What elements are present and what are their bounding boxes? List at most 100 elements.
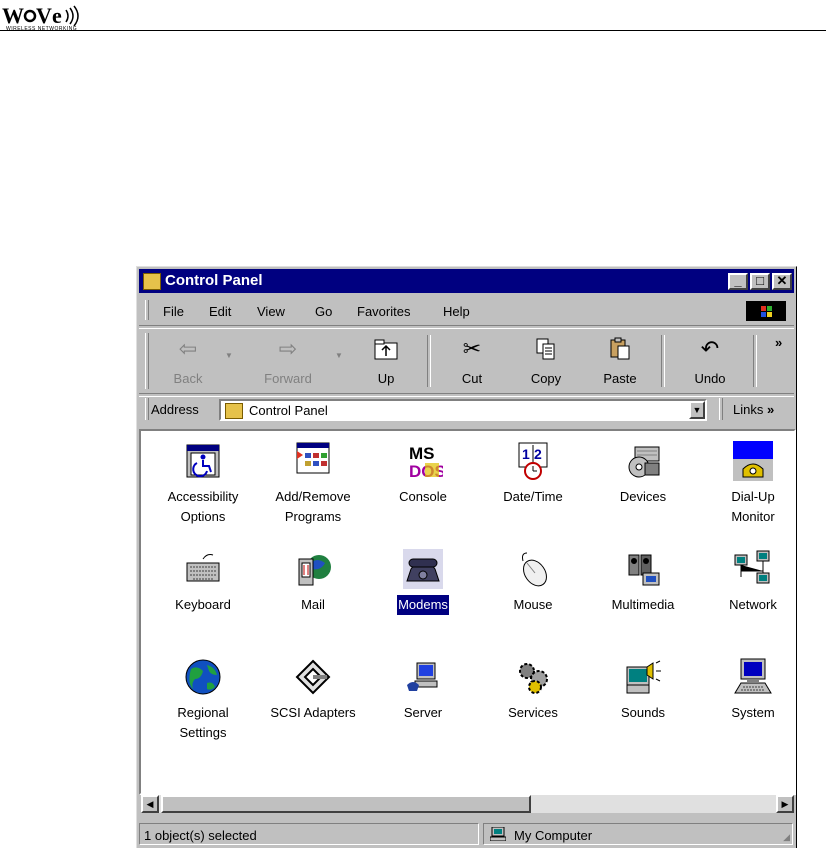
up-folder-icon [373,337,399,361]
item-label: Regional [177,705,229,720]
address-grip[interactable] [145,398,149,420]
minimize-button[interactable]: _ [728,273,748,290]
toolbar-separator [661,335,665,387]
forward-button[interactable]: ⇨ Forward [245,333,331,389]
toolbar-overflow-chevron-icon[interactable]: » [775,335,782,350]
toolbar-grip[interactable] [145,333,149,389]
scissors-icon: ✂ [462,336,482,361]
folder-icon [143,273,161,290]
cut-button[interactable]: ✂ Cut [439,333,505,389]
item-sounds[interactable]: Sounds [598,657,688,723]
item-label: Server [403,705,443,720]
item-regional-settings[interactable]: Regional Settings [158,657,248,743]
item-scsi-adapters[interactable]: SCSI Adapters [268,657,358,723]
toolbar: ⇦ Back ▼ ⇨ Forward ▼ Up ✂ Cut Copy Paste… [139,329,794,393]
item-label: Dial-Up [731,489,775,504]
mail-icon [293,549,333,589]
links-button[interactable]: Links » [733,402,774,417]
control-panel-window: Control Panel _ □ ✕ File Edit View Go Fa… [136,266,797,848]
menu-edit[interactable]: Edit [209,304,231,319]
menu-file[interactable]: File [163,304,184,319]
links-grip[interactable] [719,398,723,420]
scroll-left-button[interactable]: ◀ [141,795,159,813]
menu-help[interactable]: Help [443,304,470,319]
item-label: Console [399,489,447,504]
back-dropdown-icon[interactable]: ▼ [225,351,233,360]
paste-label: Paste [603,371,637,386]
item-label: Devices [619,489,667,504]
keyboard-icon [183,549,223,589]
svg-text:V: V [36,4,52,28]
scroll-right-button[interactable]: ▶ [776,795,794,813]
item-label: Keyboard [175,597,231,612]
back-button[interactable]: ⇦ Back [155,333,221,389]
item-services[interactable]: Services [488,657,578,723]
copy-label: Copy [530,371,562,386]
item-label: Mouse [513,597,553,612]
item-network[interactable]: Network [708,549,794,615]
item-mail[interactable]: Mail [268,549,358,615]
svg-text:e: e [52,4,62,28]
item-add-remove-programs[interactable]: Add/Remove Programs [268,441,358,527]
up-button[interactable]: Up [353,333,419,389]
item-modems[interactable]: Modems [378,549,468,616]
maximize-button[interactable]: □ [750,273,770,290]
item-date-time[interactable]: 12 Date/Time [488,441,578,507]
status-selection-text: 1 object(s) selected [144,828,257,843]
forward-label: Forward [264,371,312,386]
wave-logo-icon: W V e [2,3,79,28]
forward-dropdown-icon[interactable]: ▼ [335,351,343,360]
item-system[interactable]: System [708,657,794,723]
services-icon [513,657,553,697]
menu-grip[interactable] [145,300,149,320]
menu-favorites[interactable]: Favorites [357,304,410,319]
item-multimedia[interactable]: Multimedia [598,549,688,615]
sounds-icon [623,657,663,697]
svg-text:2: 2 [534,446,542,462]
horizontal-scrollbar[interactable]: ◀ ▶ [141,795,794,813]
console-icon: MSDOS [403,441,446,481]
item-label: Services [508,705,558,720]
address-dropdown-button[interactable]: ▼ [689,401,705,419]
scroll-thumb[interactable] [161,795,531,813]
dialup-monitor-icon [733,441,773,481]
item-label: System [731,705,775,720]
forward-arrow-icon: ⇨ [278,336,298,361]
item-label: Date/Time [503,489,563,504]
svg-text:MS: MS [409,444,435,463]
undo-label: Undo [694,371,726,386]
undo-button[interactable]: ↶ Undo [677,333,743,389]
item-dialup-monitor[interactable]: Dial-Up Monitor [708,441,794,527]
item-mouse[interactable]: Mouse [488,549,578,615]
item-label: SCSI Adapters [270,705,356,720]
item-keyboard[interactable]: Keyboard [158,549,248,615]
item-console[interactable]: MSDOS Console [378,441,468,507]
undo-icon: ↶ [700,336,720,361]
copy-button[interactable]: Copy [513,333,579,389]
item-label: Monitor [731,509,775,524]
windows-logo-icon [746,301,786,321]
mouse-icon [513,549,553,589]
item-accessibility-options[interactable]: Accessibility Options [158,441,248,527]
toolbar-separator [427,335,431,387]
item-label: Accessibility [167,489,239,504]
title-bar[interactable]: Control Panel _ □ ✕ [139,269,794,293]
back-arrow-icon: ⇦ [178,336,198,361]
item-devices[interactable]: Devices [598,441,688,507]
accessibility-icon [183,441,223,481]
resize-grip-icon[interactable]: ◢ [783,832,790,843]
menu-go[interactable]: Go [315,304,332,319]
item-label: Sounds [620,705,666,720]
icon-view[interactable]: Accessibility Options Add/Remove Program… [139,429,796,795]
paste-button[interactable]: Paste [587,333,653,389]
svg-text:1: 1 [522,446,530,462]
cut-label: Cut [461,371,483,386]
modem-icon [403,549,443,589]
item-label: Modems [396,594,450,616]
address-input[interactable]: Control Panel ▼ [219,399,707,421]
menu-view[interactable]: View [257,304,285,319]
paste-icon [607,337,633,361]
status-selection-pane: 1 object(s) selected [139,823,479,845]
close-button[interactable]: ✕ [772,273,792,290]
item-server[interactable]: Server [378,657,468,723]
